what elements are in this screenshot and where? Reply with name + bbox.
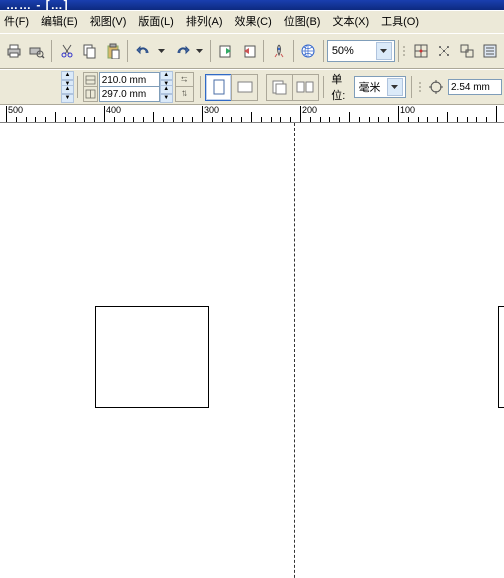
separator: [323, 76, 324, 98]
print-icon: [6, 43, 22, 59]
redo-icon: [174, 43, 190, 59]
print-preview-icon: [29, 43, 45, 59]
snap-to-grid-button[interactable]: [411, 39, 432, 64]
separator: [77, 76, 78, 98]
rectangle-object[interactable]: [95, 306, 209, 408]
horizontal-ruler[interactable]: 500 400 300 200 100: [0, 105, 504, 123]
property-bar: ▲▼ ▲▼ 210.0 mm ▲▼ 297.0 mm ▲▼ ⮀ ⮁: [0, 69, 504, 105]
ruler-label: 200: [302, 105, 317, 115]
snap-objects-icon: [459, 43, 475, 59]
units-label: 单位:: [331, 71, 348, 103]
redo-dropdown[interactable]: [193, 39, 206, 64]
options-button[interactable]: [480, 39, 501, 64]
paste-icon: [105, 43, 121, 59]
snap-guides-icon: [436, 43, 452, 59]
toolbar-grip[interactable]: [403, 40, 407, 62]
undo-icon: [136, 43, 152, 59]
export-button[interactable]: [238, 39, 259, 64]
undo-button[interactable]: [132, 39, 168, 64]
ruler-label: 400: [106, 105, 121, 115]
nudge-input[interactable]: 2.54 mm: [448, 79, 502, 95]
page-height-input[interactable]: 297.0 mm: [99, 86, 160, 102]
chevron-down-icon: [391, 85, 398, 89]
undo-dropdown[interactable]: [155, 39, 168, 64]
facing-pages-icon: [296, 79, 314, 95]
page-layout-group: [266, 74, 318, 101]
orientation-group: [205, 74, 257, 101]
separator: [323, 40, 324, 62]
app-launcher-button[interactable]: [268, 39, 289, 64]
copy-icon: [82, 43, 98, 59]
separator: [398, 40, 399, 62]
zoom-combo[interactable]: 50%: [327, 40, 395, 62]
window-title: …… - […]: [6, 0, 69, 10]
menu-file[interactable]: 件(F): [4, 13, 29, 33]
print-button[interactable]: [3, 39, 24, 64]
landscape-button[interactable]: [231, 74, 258, 101]
import-icon: [218, 43, 234, 59]
portrait-button[interactable]: [205, 74, 232, 101]
page-edge-object: [498, 306, 504, 408]
snap-grid-icon: [413, 43, 429, 59]
title-bar: …… - […]: [0, 0, 504, 10]
menu-layout[interactable]: 版面(L): [138, 13, 173, 33]
units-value: 毫米: [359, 79, 381, 95]
menu-view[interactable]: 视图(V): [90, 13, 127, 33]
ruler-label: 100: [400, 105, 415, 115]
export-icon: [241, 43, 257, 59]
height-icon: [83, 86, 98, 102]
page-height-spinner[interactable]: ▲▼: [160, 85, 171, 103]
single-page-icon: [271, 79, 287, 95]
separator: [210, 40, 211, 62]
separator: [127, 40, 128, 62]
rocket-icon: [271, 43, 287, 59]
options-icon: [482, 43, 498, 59]
units-dropdown-arrow[interactable]: [387, 78, 403, 96]
nudge-icon: [428, 79, 444, 95]
menu-effects[interactable]: 效果(C): [235, 13, 272, 33]
chevron-down-icon: [158, 49, 165, 53]
separator: [51, 40, 52, 62]
snap-to-guides-button[interactable]: [434, 39, 455, 64]
page-y-spinner[interactable]: ▲▼: [61, 85, 72, 103]
separator: [263, 40, 264, 62]
paste-button[interactable]: [102, 39, 123, 64]
menu-text[interactable]: 文本(X): [332, 13, 369, 33]
menu-tools[interactable]: 工具(O): [381, 13, 419, 33]
propbar-grip[interactable]: [419, 76, 422, 98]
redo-button[interactable]: [170, 39, 206, 64]
zoom-value: 50%: [332, 45, 354, 57]
separator: [411, 76, 412, 98]
separator: [293, 40, 294, 62]
import-button[interactable]: [215, 39, 236, 64]
menu-edit[interactable]: 编辑(E): [41, 13, 78, 33]
menu-arrange[interactable]: 排列(A): [186, 13, 223, 33]
ruler-label: 300: [204, 105, 219, 115]
snap-to-objects-button[interactable]: [457, 39, 478, 64]
separator: [200, 76, 201, 98]
units-combo[interactable]: 毫米: [354, 76, 406, 98]
facing-pages-button[interactable]: [292, 74, 319, 101]
print-preview-button[interactable]: [26, 39, 47, 64]
copy-button[interactable]: [79, 39, 100, 64]
chevron-down-icon: [196, 49, 203, 53]
vertical-guideline[interactable]: [294, 123, 295, 578]
single-page-button[interactable]: [266, 74, 293, 101]
nudge-icon-button: [427, 75, 445, 100]
drawing-canvas[interactable]: [0, 123, 504, 578]
globe-icon: [300, 43, 316, 59]
landscape-icon: [237, 80, 253, 94]
portrait-icon: [212, 79, 226, 95]
lock-height-button[interactable]: ⮁: [175, 86, 194, 102]
chevron-down-icon: [380, 49, 387, 53]
cut-button[interactable]: [56, 39, 77, 64]
menu-bar: 件(F) 编辑(E) 视图(V) 版面(L) 排列(A) 效果(C) 位图(B)…: [0, 10, 504, 33]
standard-toolbar: 50%: [0, 33, 504, 69]
corel-online-button[interactable]: [298, 39, 319, 64]
zoom-dropdown-arrow[interactable]: [376, 42, 392, 60]
ruler-label: 500: [8, 105, 23, 115]
menu-bitmap[interactable]: 位图(B): [284, 13, 321, 33]
cut-icon: [59, 43, 75, 59]
